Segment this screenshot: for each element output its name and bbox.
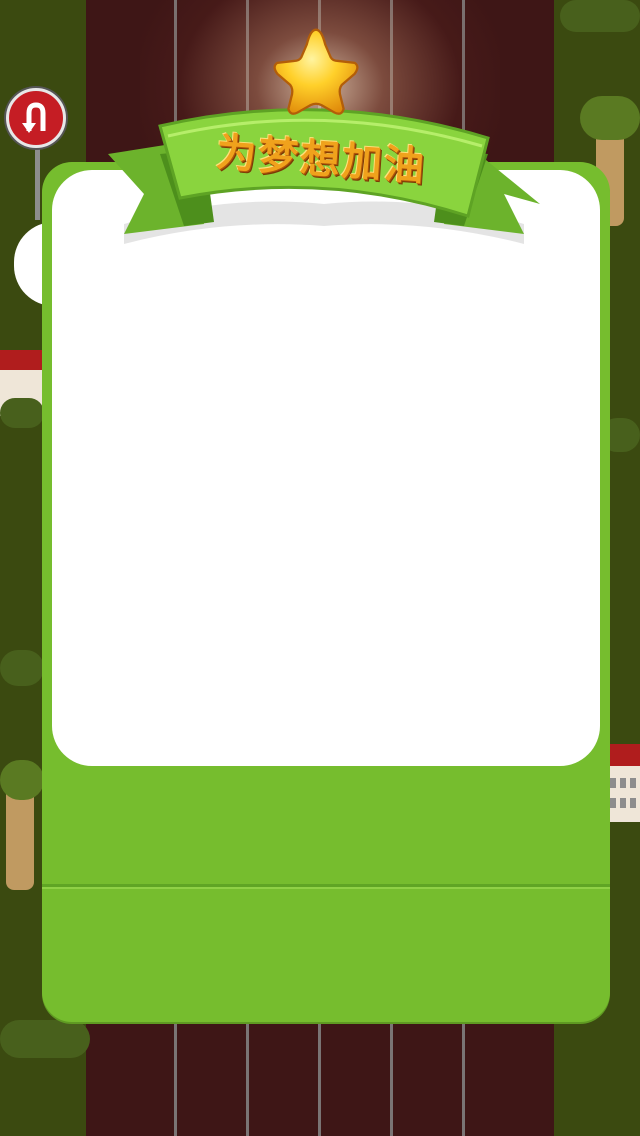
bush: [0, 650, 44, 686]
content-area: [52, 170, 600, 766]
dialog-panel: [42, 162, 610, 1022]
tree: [0, 760, 44, 890]
bush: [560, 0, 640, 32]
sign-pole: [35, 140, 40, 220]
house: [606, 744, 640, 822]
game-screen: 为梦想加油: [0, 0, 640, 1136]
star-icon: [273, 28, 359, 115]
bush: [0, 398, 44, 428]
bush: [0, 1020, 90, 1058]
u-turn-sign-icon: [6, 88, 66, 148]
divider-highlight: [42, 887, 610, 889]
